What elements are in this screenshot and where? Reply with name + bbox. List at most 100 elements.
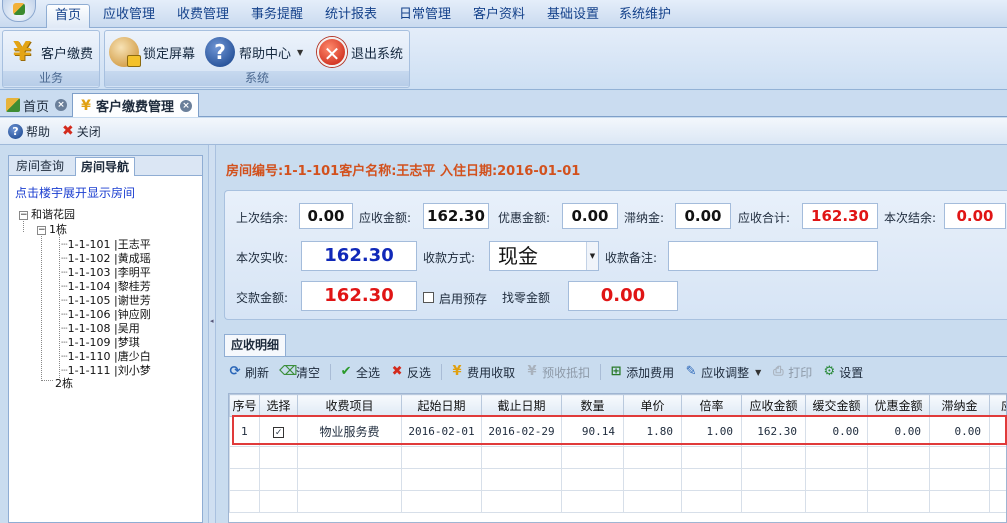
tree-room[interactable]: ┄1-1-111 |刘小梦 — [61, 362, 151, 378]
column-header[interactable]: 截止日期 — [481, 394, 562, 417]
column-header[interactable]: 应收金额 — [741, 394, 806, 417]
column-header[interactable]: 单价 — [623, 394, 682, 417]
adjust-icon: ✎ — [685, 364, 697, 379]
group-label-system: 系统 — [105, 71, 409, 86]
add-fee-icon: ⊞ — [610, 364, 622, 379]
panel-splitter[interactable]: ◂ — [208, 145, 216, 523]
cell-quantity: 90.14 — [561, 416, 624, 447]
ribbon: ¥ 客户缴费 业务 锁定屏幕 ? 帮助中心 ▼ ✕ 退出系统 系统 — [0, 28, 1007, 90]
table-row — [229, 446, 1006, 469]
column-header[interactable]: 序号 — [229, 394, 260, 417]
column-header[interactable]: 起始日期 — [401, 394, 482, 417]
detail-toolbar: ⟳ 刷新 ⌫ 清空 ✔ 全选 ✖ 反选 ¥ 费用收取 ¥ 预收抵扣 ⊞ 添加费用 ✎ 应收调整 ▼… — [228, 360, 1007, 384]
late-fee-label: 滞纳金: — [624, 211, 665, 225]
print-button[interactable]: ⎙ 打印 — [771, 364, 812, 381]
lock-screen-button[interactable]: 锁定屏幕 — [109, 35, 195, 69]
building-tree: − 和谐花园 −1栋 ┄1-1-101 |王志平 ┄1-1-102 |黄成瑶 ┄1… — [19, 206, 199, 436]
tab-reminder[interactable]: 事务提醒 — [244, 4, 310, 28]
add-fee-button[interactable]: ⊞ 添加费用 — [609, 364, 674, 381]
cell-discount: 0.00 — [867, 416, 930, 447]
refresh-button[interactable]: ⟳ 刷新 — [228, 364, 269, 381]
cell-deferred: 0.00 — [805, 416, 868, 447]
last-balance-field[interactable]: 0.00 — [299, 203, 353, 229]
exit-system-button[interactable]: ✕ 退出系统 — [317, 35, 403, 69]
chevron-down-icon[interactable]: ▼ — [586, 242, 598, 270]
column-header[interactable]: 优惠金额 — [867, 394, 930, 417]
cell-price: 1.80 — [623, 416, 682, 447]
collect-fee-button[interactable]: ¥ 费用收取 — [450, 364, 516, 381]
last-balance-label: 上次结余: — [236, 211, 289, 225]
column-header[interactable]: 选择 — [259, 394, 298, 417]
tree-node-root[interactable]: − 和谐花园 — [19, 206, 75, 222]
document-tab-bar: 首页 × ¥ 客户缴费管理 × — [0, 91, 1007, 117]
chevron-down-icon: ▼ — [297, 47, 304, 57]
table-row[interactable]: 1 ✓ 物业服务费 2016-02-01 2016-02-29 90.14 1.… — [229, 416, 1006, 447]
discount-field[interactable]: 0.00 — [562, 203, 618, 229]
lock-user-icon — [109, 37, 141, 67]
app-menu-button[interactable] — [2, 0, 36, 22]
tab-home[interactable]: 首页 — [46, 4, 90, 28]
tab-customers[interactable]: 客户资料 — [466, 4, 532, 28]
doc-tab-customer-payment[interactable]: ¥ 客户缴费管理 × — [72, 93, 200, 117]
column-header[interactable]: 缓交金额 — [805, 394, 868, 417]
total-due-field[interactable]: 162.30 — [802, 203, 878, 229]
receivable-grid: 序号 选择 收费项目 起始日期 截止日期 数量 单价 倍率 应收金额 缓交金额 … — [228, 393, 1007, 523]
cell-item: 物业服务费 — [297, 416, 402, 447]
print-icon: ⎙ — [773, 364, 784, 379]
column-header[interactable]: 倍率 — [681, 394, 742, 417]
help-center-button[interactable]: ? 帮助中心 ▼ — [205, 35, 303, 69]
detail-tab-underline — [224, 356, 1007, 357]
clear-button[interactable]: ⌫ 清空 — [279, 364, 320, 381]
change-field[interactable]: 0.00 — [568, 281, 678, 311]
close-icon: ✖ — [62, 123, 74, 139]
actual-received-input[interactable]: 162.30 — [301, 241, 417, 271]
tab-reports[interactable]: 统计报表 — [318, 4, 384, 28]
close-icon[interactable]: × — [55, 99, 68, 111]
tree-node-building-1[interactable]: −1栋 — [37, 221, 67, 237]
tab-receivable[interactable]: 应收管理 — [96, 4, 162, 28]
prepay-deduct-button[interactable]: ¥ 预收抵扣 — [525, 364, 591, 381]
check-all-icon: ✔ — [340, 364, 352, 379]
chevron-down-icon[interactable]: ▼ — [755, 368, 761, 377]
invert-selection-button[interactable]: ✖ 反选 — [390, 364, 431, 381]
select-all-button[interactable]: ✔ 全选 — [339, 364, 380, 381]
receivable-field[interactable]: 162.30 — [423, 203, 489, 229]
collapse-icon[interactable]: − — [19, 210, 28, 220]
late-fee-field[interactable]: 0.00 — [675, 203, 731, 229]
doc-tab-home[interactable]: 首页 × — [0, 93, 73, 117]
tab-receivable-detail[interactable]: 应收明细 — [224, 334, 287, 356]
enable-prepay-label: 启用预存 — [439, 292, 488, 306]
cell-select[interactable]: ✓ — [259, 416, 298, 447]
column-header[interactable]: 数量 — [561, 394, 624, 417]
customer-payment-button[interactable]: ¥ 客户缴费 — [7, 35, 93, 69]
payment-method-select[interactable]: 现金 ▼ — [489, 241, 599, 271]
collapse-icon[interactable]: − — [37, 225, 46, 235]
tab-system[interactable]: 系统维护 — [612, 4, 678, 28]
adjust-receivable-button[interactable]: ✎ 应收调整 ▼ — [684, 364, 762, 381]
column-header[interactable]: 滞纳金 — [929, 394, 990, 417]
exit-icon: ✕ — [317, 37, 347, 67]
tab-daily[interactable]: 日常管理 — [392, 4, 458, 28]
left-panel-tabs: 房间查询 房间导航 — [9, 156, 202, 176]
tree-node-building-2[interactable]: 2栋 — [55, 375, 73, 391]
row-select-checkbox[interactable]: ✓ — [273, 427, 284, 438]
close-icon[interactable]: × — [180, 99, 193, 112]
tab-room-search[interactable]: 房间查询 — [11, 157, 69, 176]
enable-prepay-checkbox[interactable] — [423, 292, 434, 303]
cell-end-date: 2016-02-29 — [481, 416, 562, 447]
home-icon — [6, 98, 20, 112]
payment-method-label: 收款方式: — [423, 251, 476, 265]
column-header[interactable]: 应 — [989, 394, 1006, 417]
settings-icon: ⚙ — [823, 364, 836, 379]
tab-charge[interactable]: 收费管理 — [170, 4, 236, 28]
cell-start-date: 2016-02-01 — [401, 416, 482, 447]
tab-room-navigation[interactable]: 房间导航 — [75, 157, 136, 176]
help-button[interactable]: ? 帮助 — [8, 123, 50, 140]
settings-button[interactable]: ⚙ 设置 — [822, 364, 863, 381]
paid-amount-input[interactable]: 162.30 — [301, 281, 417, 311]
remark-input[interactable] — [668, 241, 878, 271]
close-button[interactable]: ✖ 关闭 — [62, 123, 101, 140]
column-header[interactable]: 收费项目 — [297, 394, 402, 417]
this-balance-field[interactable]: 0.00 — [944, 203, 1006, 229]
tab-basic-settings[interactable]: 基础设置 — [540, 4, 606, 28]
